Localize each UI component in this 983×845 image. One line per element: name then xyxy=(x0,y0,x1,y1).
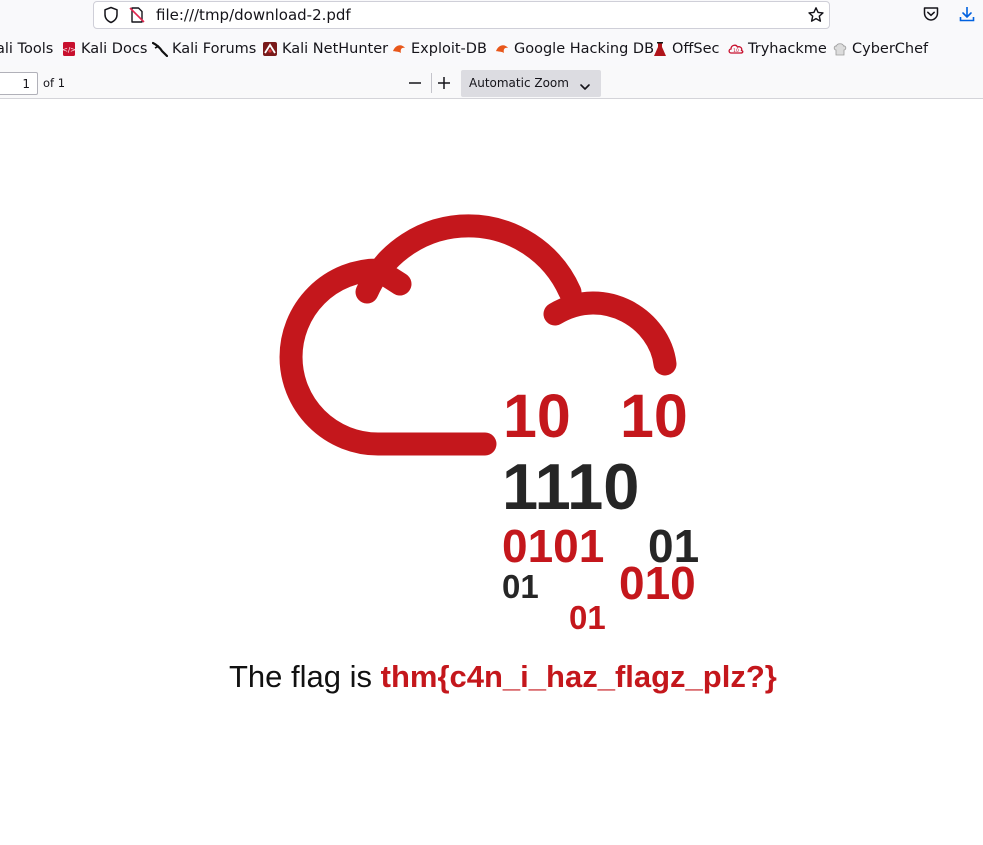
caption-prefix: The flag is xyxy=(229,659,381,694)
bookmark-label: Tryhackme xyxy=(748,41,827,57)
cloud-logo xyxy=(279,214,677,456)
bookmark-label: Kali Docs xyxy=(81,41,148,57)
zoom-select[interactable]: Automatic Zoom xyxy=(461,70,601,97)
binary-digits: 1110 xyxy=(502,450,640,523)
kali-forums-icon xyxy=(152,41,168,57)
binary-digits: 10 xyxy=(620,382,688,450)
bookmark-exploit-db[interactable]: Exploit-DB xyxy=(391,32,487,66)
zoom-select-value: Automatic Zoom xyxy=(469,76,569,90)
flag-caption: The flag is thm{c4n_i_haz_flagz_plz?} xyxy=(229,659,777,695)
bookmarks-toolbar: ali Tools </> Kali Docs Kali Forums Kali… xyxy=(0,32,983,66)
chevron-down-icon xyxy=(579,78,591,90)
binary-digits: 0101 xyxy=(502,520,605,572)
kali-docs-icon: </> xyxy=(61,41,77,57)
bookmark-google-hacking-db[interactable]: Google Hacking DB xyxy=(494,32,654,66)
bookmark-tryhackme[interactable]: 10 Tryhackme xyxy=(728,32,827,66)
cyberchef-icon xyxy=(832,41,848,57)
offsec-icon xyxy=(652,41,668,57)
pdf-viewer: 10 10 1110 0101 01 01 010 01 The flag is… xyxy=(0,100,983,845)
page-count-label: of 1 xyxy=(43,76,66,90)
tryhackme-icon: 10 xyxy=(728,41,744,57)
kali-nethunter-icon xyxy=(262,41,278,57)
binary-digits: 10 xyxy=(503,382,571,450)
bookmark-label: OffSec xyxy=(672,41,720,57)
toolbar-divider xyxy=(431,73,432,93)
insecure-page-icon[interactable] xyxy=(128,6,146,24)
google-hacking-db-icon xyxy=(494,41,510,57)
page-number-input[interactable] xyxy=(0,72,38,95)
url-text[interactable]: file:///tmp/download-2.pdf xyxy=(156,6,351,24)
bookmark-kali-docs[interactable]: </> Kali Docs xyxy=(61,32,147,66)
exploit-db-icon xyxy=(391,41,407,57)
binary-digits: 01 xyxy=(502,568,539,605)
zoom-out-button[interactable] xyxy=(404,72,426,94)
bookmark-cyberchef[interactable]: CyberChef xyxy=(832,32,928,66)
bookmark-kali-tools[interactable]: ali Tools xyxy=(0,32,53,66)
bookmark-label: CyberChef xyxy=(852,41,929,57)
pocket-icon[interactable] xyxy=(922,5,940,23)
shield-icon[interactable] xyxy=(102,6,120,24)
svg-text:10: 10 xyxy=(733,48,739,54)
bookmark-kali-nethunter[interactable]: Kali NetHunter xyxy=(262,32,388,66)
bookmark-offsec[interactable]: OffSec xyxy=(652,32,720,66)
binary-digits: 01 xyxy=(569,599,606,636)
bookmark-label: Exploit-DB xyxy=(411,41,487,57)
url-bar[interactable]: file:///tmp/download-2.pdf xyxy=(93,1,830,29)
binary-digits: 010 xyxy=(619,557,696,609)
download-icon[interactable] xyxy=(958,5,976,23)
bookmark-label: Kali Forums xyxy=(172,41,257,57)
navigation-toolbar: file:///tmp/download-2.pdf xyxy=(0,0,983,32)
flag-text: thm{c4n_i_haz_flagz_plz?} xyxy=(380,659,777,694)
bookmark-label: ali Tools xyxy=(0,41,54,57)
star-bookmark-icon[interactable] xyxy=(807,6,825,24)
bookmark-label: Kali NetHunter xyxy=(282,41,389,57)
svg-text:</>: </> xyxy=(62,46,76,54)
zoom-in-button[interactable] xyxy=(433,72,455,94)
bookmark-kali-forums[interactable]: Kali Forums xyxy=(152,32,256,66)
bookmark-label: Google Hacking DB xyxy=(514,41,655,57)
